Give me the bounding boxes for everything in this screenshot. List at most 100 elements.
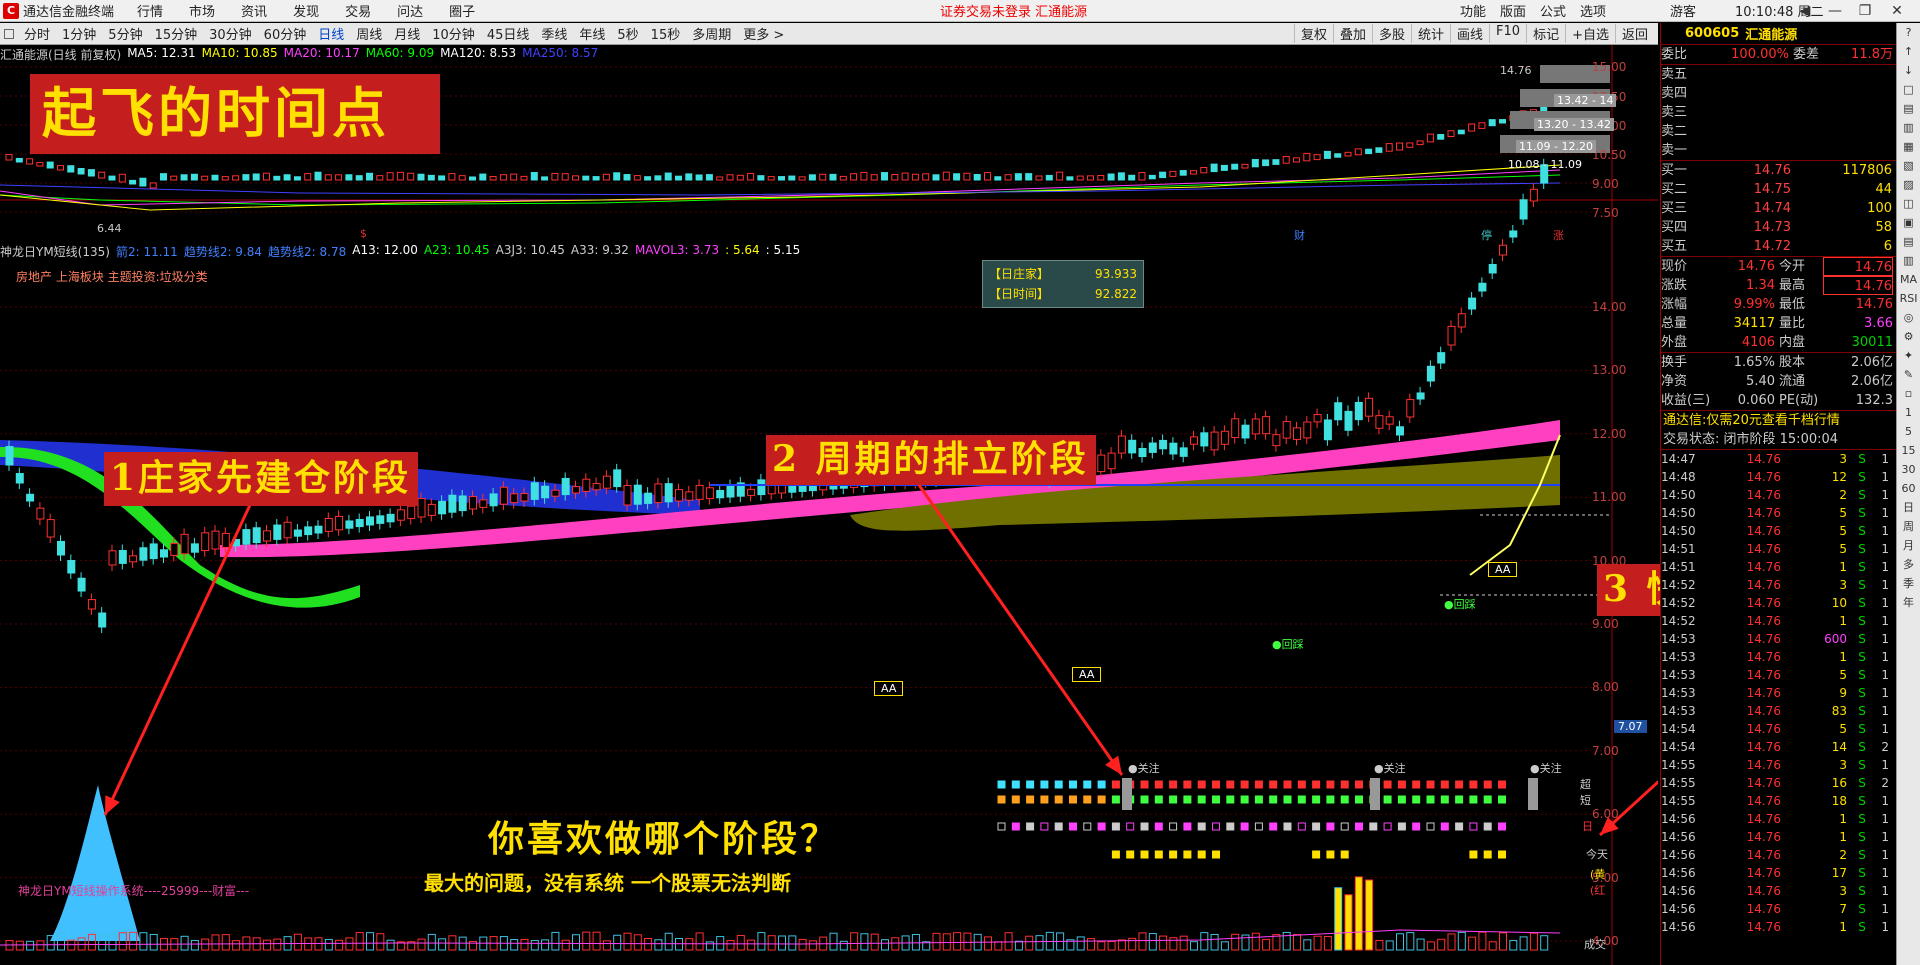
- back-icon[interactable]: ◀: [1792, 0, 1818, 22]
- volume-bar: [1323, 936, 1332, 951]
- top-candle: [1437, 134, 1445, 140]
- menu-options[interactable]: 选项: [1573, 1, 1613, 20]
- menu-item-quote[interactable]: 行情: [124, 1, 176, 20]
- close-icon[interactable]: ✕: [1884, 0, 1910, 22]
- menu-item-market[interactable]: 市场: [176, 1, 228, 20]
- menu-item-circle[interactable]: 圈子: [436, 1, 488, 20]
- side-icon-4[interactable]: ▤: [1897, 99, 1920, 118]
- tool-button-4[interactable]: 画线: [1450, 24, 1489, 43]
- side-icon-2[interactable]: ↓: [1897, 61, 1920, 80]
- side-icon-16[interactable]: ⚙: [1897, 327, 1920, 346]
- bid-row-2[interactable]: 买三 14.74 100: [1661, 199, 1896, 218]
- tool-button-3[interactable]: 统计: [1411, 24, 1450, 43]
- side-icon-13[interactable]: MA: [1897, 270, 1920, 289]
- menu-layout[interactable]: 版面: [1493, 1, 1533, 20]
- period-tab-9[interactable]: 10分钟: [426, 24, 481, 43]
- side-icon-23[interactable]: 30: [1897, 460, 1920, 479]
- tool-button-8[interactable]: 返回: [1614, 24, 1654, 43]
- side-icon-29[interactable]: 季: [1897, 574, 1920, 593]
- volume-bar: [932, 932, 941, 951]
- period-tab-1[interactable]: 1分钟: [56, 24, 102, 43]
- side-icon-5[interactable]: ▥: [1897, 118, 1920, 137]
- bid-row-0[interactable]: 买一 14.76 117806: [1661, 161, 1896, 180]
- side-icon-22[interactable]: 15: [1897, 441, 1920, 460]
- bid-row-4[interactable]: 买五 14.72 6: [1661, 237, 1896, 256]
- user-label[interactable]: 游客: [1670, 1, 1696, 20]
- period-tab-12[interactable]: 年线: [573, 24, 611, 43]
- tool-button-1[interactable]: 叠加: [1332, 24, 1372, 43]
- volume-bar: [427, 933, 436, 951]
- menu-item-news[interactable]: 资讯: [228, 1, 280, 20]
- side-icon-10[interactable]: ▣: [1897, 213, 1920, 232]
- side-icon-11[interactable]: ▤: [1897, 232, 1920, 251]
- ask-row-4[interactable]: 卖一: [1661, 141, 1896, 160]
- period-tab-15[interactable]: 多周期: [686, 24, 737, 43]
- period-tab-6[interactable]: 日线: [312, 24, 350, 43]
- side-icon-17[interactable]: ✦: [1897, 346, 1920, 365]
- stock-header[interactable]: 600605 汇通能源: [1661, 23, 1896, 45]
- panel-toggle-icon[interactable]: [4, 28, 14, 39]
- period-tab-14[interactable]: 15秒: [645, 24, 687, 43]
- ask-row-1[interactable]: 卖四: [1661, 84, 1896, 103]
- side-icon-28[interactable]: 多: [1897, 555, 1920, 574]
- menu-function[interactable]: 功能: [1453, 1, 1493, 20]
- side-icon-0[interactable]: ?: [1897, 23, 1920, 42]
- tick-list[interactable]: 14:47 14.76 3 S 1 14:48 14.76 12 S 1 14:50 14.76 2 S 1…: [1661, 450, 1896, 936]
- tool-button-5[interactable]: F10: [1489, 24, 1526, 43]
- side-icon-1[interactable]: ↑: [1897, 42, 1920, 61]
- side-icon-26[interactable]: 周: [1897, 517, 1920, 536]
- tool-button-6[interactable]: 标记: [1526, 24, 1565, 43]
- tick-flag: S: [1858, 884, 1866, 898]
- tool-button-0[interactable]: 复权: [1293, 24, 1333, 43]
- side-icon-7[interactable]: ▧: [1897, 156, 1920, 175]
- indicator-value-4: A23: 10.45: [423, 243, 490, 257]
- period-tab-10[interactable]: 45日线: [481, 24, 536, 43]
- tick-row: 14:48 14.76 12 S 1: [1661, 468, 1896, 486]
- tick-flag: S: [1858, 830, 1866, 844]
- period-tab-7[interactable]: 周线: [350, 24, 388, 43]
- bid-row-1[interactable]: 买二 14.75 44: [1661, 180, 1896, 199]
- tool-button-2[interactable]: 多股: [1371, 24, 1411, 43]
- ask-row-0[interactable]: 卖五: [1661, 65, 1896, 84]
- side-icon-25[interactable]: 日: [1897, 498, 1920, 517]
- tick-volume: 10: [1831, 596, 1847, 610]
- menu-item-ask[interactable]: 问达: [384, 1, 436, 20]
- volume-bar: [1251, 932, 1260, 951]
- volume-bar: [953, 932, 962, 951]
- ask-row-3[interactable]: 卖二: [1661, 122, 1896, 141]
- bid-row-3[interactable]: 买四 14.73 58: [1661, 218, 1896, 237]
- menu-item-trade[interactable]: 交易: [332, 1, 384, 20]
- side-icon-6[interactable]: ▦: [1897, 137, 1920, 156]
- side-icon-3[interactable]: □: [1897, 80, 1920, 99]
- side-icon-12[interactable]: ▥: [1897, 251, 1920, 270]
- maximize-icon[interactable]: ❐: [1852, 0, 1878, 22]
- menu-item-discover[interactable]: 发现: [280, 1, 332, 20]
- menu-formula[interactable]: 公式: [1533, 1, 1573, 20]
- period-tab-5[interactable]: 60分钟: [258, 24, 313, 43]
- side-icon-30[interactable]: 年: [1897, 593, 1920, 612]
- side-icon-20[interactable]: 1: [1897, 403, 1920, 422]
- period-tab-0[interactable]: 分时: [18, 24, 56, 43]
- side-icon-18[interactable]: ✎: [1897, 365, 1920, 384]
- period-tab-16[interactable]: 更多 >: [737, 24, 790, 43]
- period-tab-3[interactable]: 15分钟: [149, 24, 204, 43]
- tool-button-7[interactable]: +自选: [1565, 24, 1615, 43]
- side-icon-19[interactable]: ▫: [1897, 384, 1920, 403]
- period-tab-8[interactable]: 月线: [388, 24, 426, 43]
- ask-row-2[interactable]: 卖三: [1661, 103, 1896, 122]
- indicator-title[interactable]: 神龙日YM短线(135): [0, 243, 110, 260]
- side-icon-15[interactable]: ◎: [1897, 308, 1920, 327]
- period-tab-11[interactable]: 季线: [535, 24, 573, 43]
- side-icon-24[interactable]: 60: [1897, 479, 1920, 498]
- side-icon-9[interactable]: ◫: [1897, 194, 1920, 213]
- period-tab-13[interactable]: 5秒: [611, 24, 644, 43]
- side-icon-27[interactable]: 月: [1897, 536, 1920, 555]
- signal-dot: [1312, 780, 1321, 789]
- side-icon-8[interactable]: ▨: [1897, 175, 1920, 194]
- minimize-icon[interactable]: —: [1822, 0, 1848, 22]
- period-tab-2[interactable]: 5分钟: [102, 24, 148, 43]
- upgrade-notice[interactable]: 通达信:仅需20元查看千档行情: [1661, 411, 1896, 430]
- side-icon-14[interactable]: RSI: [1897, 289, 1920, 308]
- period-tab-4[interactable]: 30分钟: [203, 24, 258, 43]
- side-icon-21[interactable]: 5: [1897, 422, 1920, 441]
